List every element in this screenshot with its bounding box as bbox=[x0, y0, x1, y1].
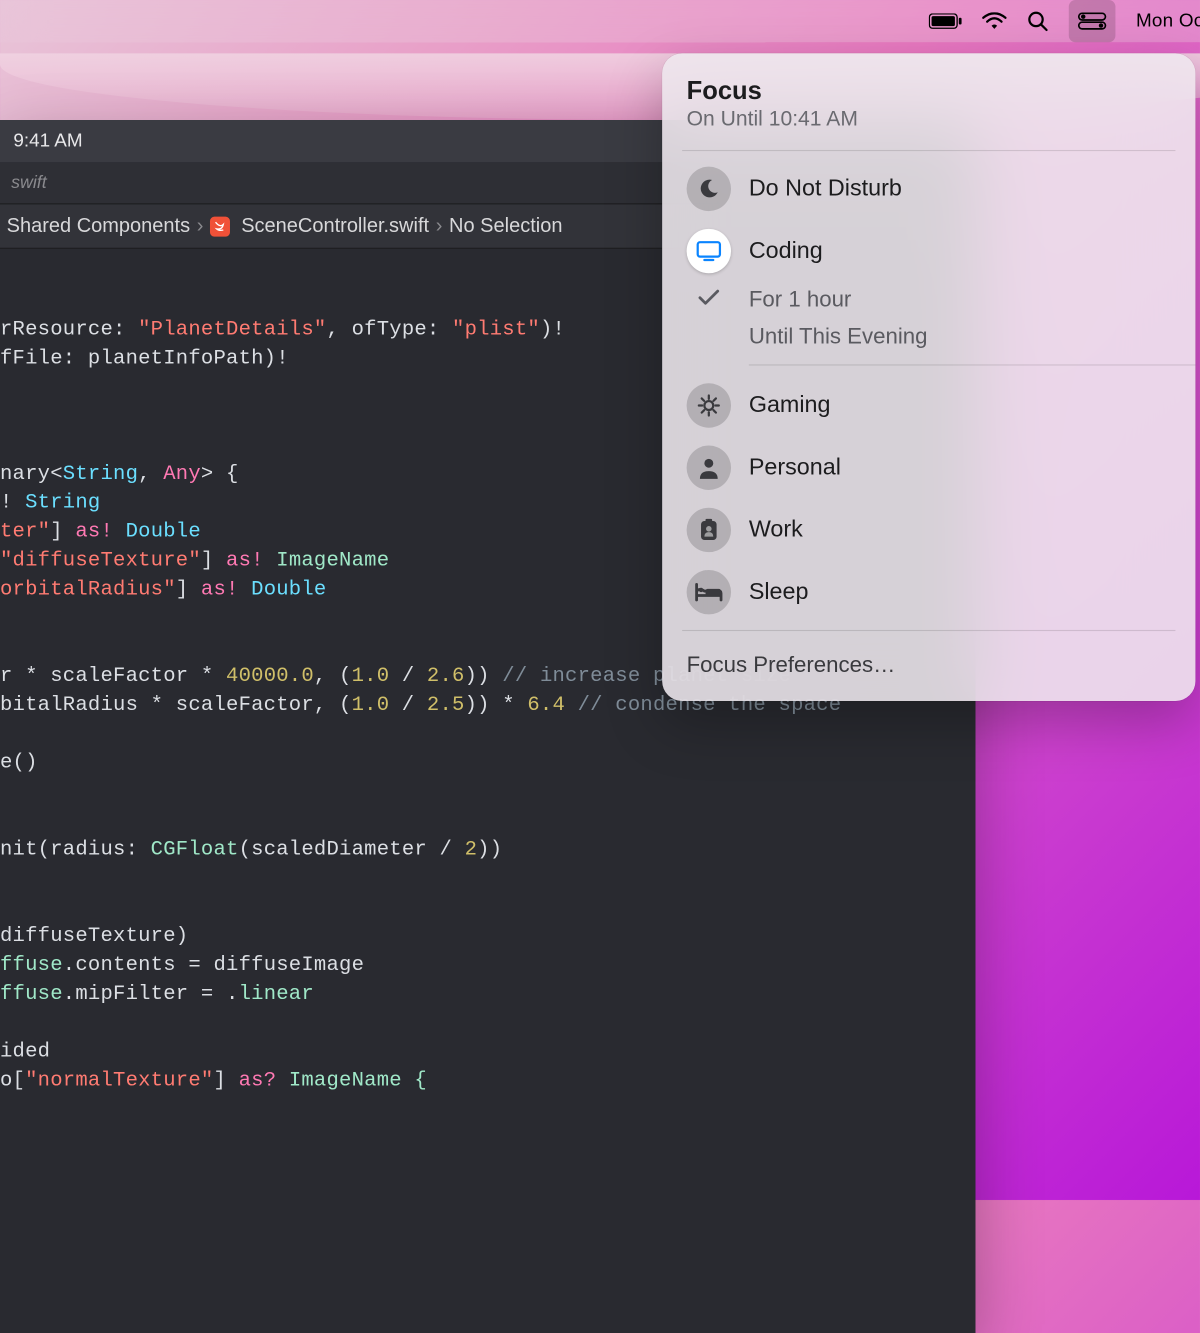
wifi-icon[interactable] bbox=[983, 0, 1007, 42]
separator bbox=[682, 630, 1175, 631]
menubar: Mon Oct 18 9:41 AM bbox=[0, 0, 1200, 42]
swift-file-icon bbox=[210, 216, 230, 236]
focus-item-coding[interactable]: Coding bbox=[662, 220, 1195, 282]
focus-item-dnd[interactable]: Do Not Disturb bbox=[662, 158, 1195, 220]
focus-item-personal[interactable]: Personal bbox=[662, 437, 1195, 499]
moon-icon bbox=[687, 167, 731, 211]
focus-preferences-link[interactable]: Focus Preferences… bbox=[662, 638, 1195, 697]
titlebar-time: 9:41 AM bbox=[13, 130, 82, 152]
focus-duration-label: For 1 hour bbox=[749, 288, 852, 314]
chevron-right-icon: › bbox=[436, 214, 443, 237]
separator bbox=[749, 364, 1196, 365]
person-icon bbox=[687, 446, 731, 490]
focus-duration-1hour[interactable]: For 1 hour bbox=[662, 282, 1195, 319]
popover-subtitle: On Until 10:41 AM bbox=[687, 108, 1171, 132]
focus-item-sleep[interactable]: Sleep bbox=[662, 561, 1195, 623]
badge-icon bbox=[687, 508, 731, 552]
focus-item-label: Sleep bbox=[749, 579, 809, 606]
separator bbox=[682, 150, 1175, 151]
focus-item-work[interactable]: Work bbox=[662, 499, 1195, 561]
popover-title: Focus bbox=[687, 76, 1171, 106]
breadcrumb-folder[interactable]: Shared Components bbox=[7, 214, 190, 237]
checkmark-icon bbox=[698, 288, 720, 314]
battery-icon[interactable] bbox=[929, 0, 962, 42]
chevron-right-icon: › bbox=[197, 214, 204, 237]
breadcrumb-selection[interactable]: No Selection bbox=[449, 214, 562, 237]
spotlight-icon[interactable] bbox=[1027, 0, 1049, 42]
focus-item-label: Do Not Disturb bbox=[749, 176, 902, 203]
breadcrumb-file[interactable]: SceneController.swift bbox=[241, 214, 429, 237]
focus-popover: Focus On Until 10:41 AM Do Not Disturb C… bbox=[662, 53, 1195, 701]
focus-item-label: Coding bbox=[749, 238, 823, 265]
focus-item-gaming[interactable]: Gaming bbox=[662, 374, 1195, 436]
focus-item-label: Personal bbox=[749, 454, 841, 481]
tab-label[interactable]: swift bbox=[11, 173, 47, 193]
focus-duration-evening[interactable]: Until This Evening bbox=[662, 319, 1195, 356]
control-center-icon[interactable] bbox=[1069, 0, 1116, 42]
focus-item-label: Gaming bbox=[749, 392, 831, 419]
gear-icon bbox=[687, 383, 731, 427]
focus-duration-label: Until This Evening bbox=[749, 324, 928, 350]
bed-icon bbox=[687, 570, 731, 614]
focus-item-label: Work bbox=[749, 517, 803, 544]
menubar-date[interactable]: Mon Oct 18 9:41 AM bbox=[1136, 10, 1200, 32]
display-icon bbox=[687, 229, 731, 273]
